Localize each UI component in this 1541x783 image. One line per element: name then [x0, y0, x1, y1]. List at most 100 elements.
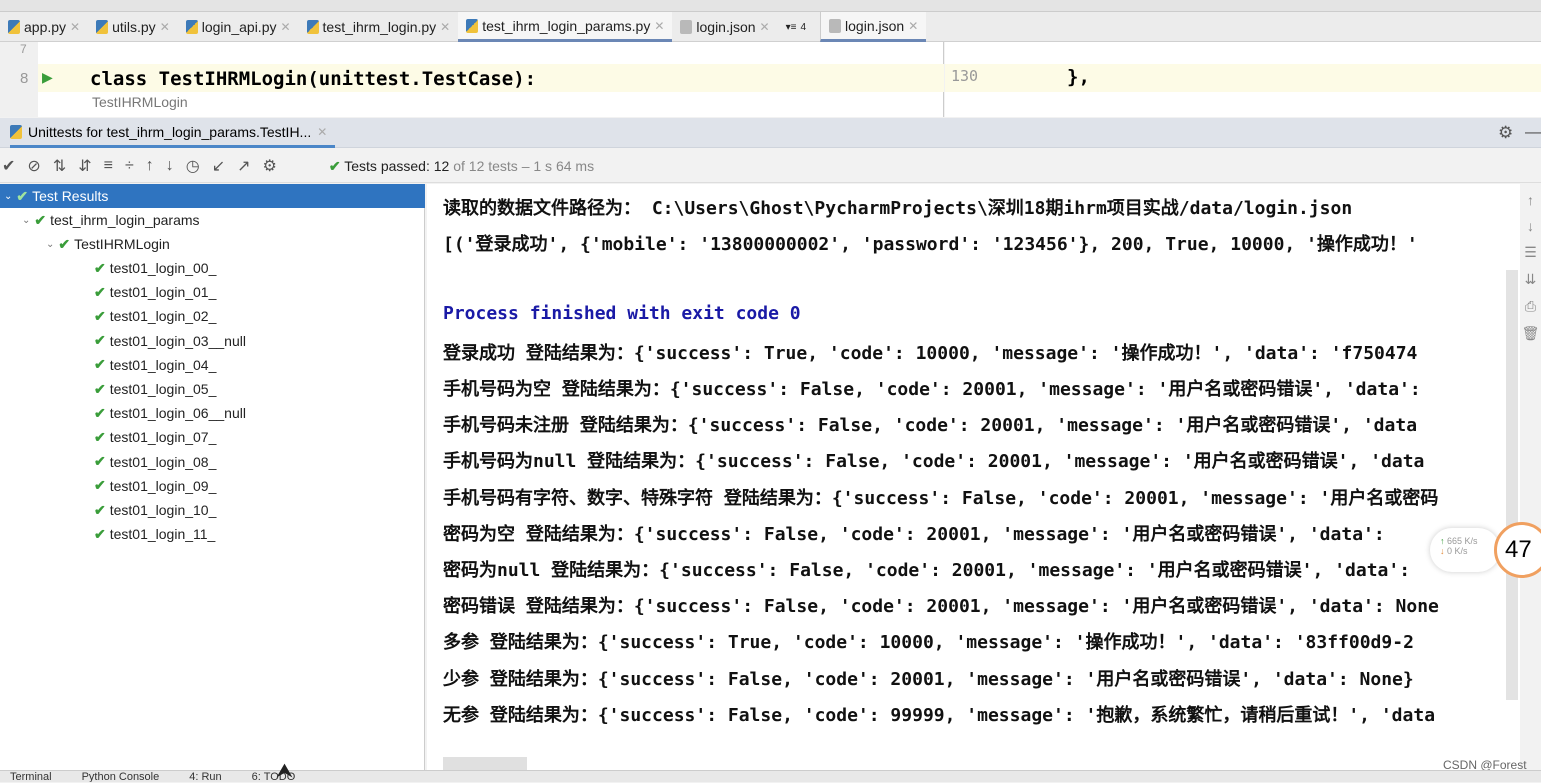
test-item[interactable]: ✔ test01_login_04_ — [94, 353, 216, 377]
chevron-down-icon[interactable]: ⌄ — [22, 215, 30, 226]
up-arrow-icon[interactable]: ↑ — [1520, 192, 1541, 208]
test-item[interactable]: ✔ test01_login_08_ — [94, 450, 216, 474]
sort-alpha-icon[interactable]: ⇅ — [53, 156, 66, 176]
gear-icon[interactable]: ⚙ — [1498, 123, 1513, 143]
test-item[interactable]: ✔ test01_login_10_ — [94, 498, 216, 522]
close-icon[interactable]: ✕ — [908, 19, 918, 33]
test-item[interactable]: ✔ test01_login_11_ — [94, 522, 215, 546]
test-item[interactable]: ✔ test01_login_09_ — [94, 474, 216, 498]
json-file-icon — [829, 18, 842, 33]
run-tab[interactable]: Unittests for test_ihrm_login_params.Tes… — [10, 118, 336, 148]
tab-label: utils.py — [112, 19, 156, 35]
close-icon[interactable]: ✕ — [70, 20, 80, 34]
chevron-down-icon[interactable]: ⌄ — [46, 239, 54, 250]
run-gutter-icon[interactable]: ▶ — [42, 69, 53, 86]
check-icon: ✔ — [94, 332, 106, 349]
tab-utils-py[interactable]: utils.py ✕ — [88, 12, 178, 42]
console-output[interactable]: 读取的数据文件路径为： C:\Users\Ghost\PycharmProjec… — [427, 184, 1520, 770]
console-line: 密码为null 登陆结果为：{'success': False, 'code':… — [443, 560, 1411, 581]
trash-icon[interactable]: 🗑 — [1520, 325, 1541, 342]
tab-label: login_api.py — [201, 19, 277, 35]
close-icon[interactable]: ✕ — [317, 125, 327, 139]
tab-label: test_ihrm_login_params.py — [482, 17, 651, 34]
chevron-down-icon[interactable]: ⌄ — [4, 191, 12, 202]
check-icon: ✔ — [94, 477, 106, 494]
tree-module[interactable]: ⌄ ✔ test_ihrm_login_params — [22, 208, 200, 232]
tab-label: test_ihrm_login.py — [322, 19, 437, 35]
check-icon: ✔ — [94, 525, 106, 542]
test-results-tree[interactable]: ⌄ ✔ Test Results ⌄ ✔ test_ihrm_login_par… — [0, 184, 425, 770]
show-ignored-icon[interactable]: ⊘ — [27, 156, 40, 176]
tree-label: Test Results — [32, 188, 109, 204]
network-widget: ↑ 665 K/s ↓ 0 K/s — [1430, 528, 1500, 572]
close-icon[interactable]: ✕ — [654, 19, 664, 33]
editor[interactable]: 7 8 ▶ class TestIHRMLogin(unittest.TestC… — [0, 42, 944, 117]
check-icon: ✔ — [94, 283, 106, 300]
bottom-tab[interactable]: Python Console — [82, 771, 160, 782]
check-icon: ✔ — [328, 157, 341, 174]
check-icon: ✔ — [94, 453, 106, 470]
soft-wrap-icon[interactable]: ☰ — [1520, 244, 1541, 261]
tab-login-json[interactable]: login.json ✕ — [672, 12, 777, 42]
console-line: 多参 登陆结果为：{'success': True, 'code': 10000… — [443, 632, 1414, 654]
console-line: 少参 登陆结果为：{'success': False, 'code': 2000… — [443, 668, 1414, 690]
print-icon[interactable]: ⎙ — [1520, 298, 1541, 315]
bottom-tab[interactable]: Terminal — [10, 771, 52, 782]
tab-test-ihrm-login-params-py[interactable]: test_ihrm_login_params.py ✕ — [458, 12, 673, 42]
settings-icon[interactable]: ⚙ — [263, 156, 277, 176]
test-item[interactable]: ✔ test01_login_05_ — [94, 377, 216, 401]
tab-login-api-py[interactable]: login_api.py ✕ — [178, 12, 299, 42]
close-icon[interactable]: ✕ — [760, 20, 770, 34]
tree-root[interactable]: ⌄ ✔ Test Results — [0, 184, 425, 208]
code-line: }, — [1067, 66, 1090, 88]
test-label: test01_login_02_ — [109, 308, 217, 325]
tab-login-json-right[interactable]: login.json ✕ — [820, 12, 927, 42]
next-icon[interactable]: ↓ — [166, 157, 174, 175]
tab-test-ihrm-login-py[interactable]: test_ihrm_login.py ✕ — [299, 12, 459, 42]
scroll-end-icon[interactable]: ⇊ — [1520, 271, 1541, 288]
check-icon: ✔ — [16, 187, 29, 204]
current-line — [945, 64, 1541, 92]
close-icon[interactable]: ✕ — [280, 20, 290, 34]
python-file-icon — [8, 20, 20, 34]
scrollbar[interactable] — [1506, 270, 1518, 700]
bottom-tab[interactable]: 4: Run — [189, 771, 221, 782]
test-item[interactable]: ✔ test01_login_02_ — [94, 304, 216, 328]
scroll-thumb[interactable] — [443, 757, 527, 770]
check-icon: ✔ — [58, 235, 71, 252]
check-icon: ✔ — [94, 428, 106, 445]
collapse-all-icon[interactable]: ÷ — [125, 157, 134, 175]
expand-all-icon[interactable]: ≡ — [104, 157, 113, 175]
test-label: test01_login_06__null — [109, 405, 246, 422]
console-line: 手机号码有字符、数字、特殊字符 登陆结果为：{'success': False,… — [443, 487, 1439, 509]
close-icon[interactable]: ✕ — [440, 20, 450, 34]
test-item[interactable]: ✔ test01_login_06__null — [94, 401, 246, 425]
sort-duration-icon[interactable]: ⇵ — [78, 156, 91, 176]
test-label: test01_login_07_ — [109, 429, 217, 446]
show-passed-icon[interactable]: ✔ — [2, 156, 15, 176]
passed-count: 12 — [433, 157, 450, 174]
tabs-overflow[interactable]: ▾≡ 4 — [778, 12, 814, 42]
code-line: class TestIHRMLogin(unittest.TestCase): — [90, 68, 537, 90]
history-icon[interactable]: ◷ — [186, 156, 200, 176]
export-icon[interactable]: ↗ — [237, 156, 250, 176]
minimize-icon[interactable]: — — [1525, 122, 1541, 142]
test-item[interactable]: ✔ test01_login_07_ — [94, 425, 216, 449]
previous-icon[interactable]: ↑ — [146, 157, 154, 175]
test-item[interactable]: ✔ test01_login_00_ — [94, 256, 216, 280]
mouse-cursor-icon: ⮝ — [276, 760, 293, 782]
tab-app-py[interactable]: app.py ✕ — [0, 12, 88, 42]
editor-tabs: app.py ✕ utils.py ✕ login_api.py ✕ test_ihrm_l… — [0, 12, 1541, 42]
check-icon: ✔ — [94, 404, 106, 421]
editor-secondary[interactable]: 130 }, — [945, 42, 1541, 117]
down-arrow-icon[interactable]: ↓ — [1520, 218, 1541, 234]
gutter — [0, 42, 38, 117]
breadcrumb[interactable]: TestIHRMLogin — [92, 94, 188, 110]
test-item[interactable]: ✔ test01_login_01_ — [94, 280, 216, 304]
import-icon[interactable]: ↙ — [212, 156, 225, 176]
python-file-icon — [466, 18, 479, 33]
tree-class[interactable]: ⌄ ✔ TestIHRMLogin — [46, 232, 170, 256]
close-icon[interactable]: ✕ — [160, 20, 170, 34]
tree-label: test_ihrm_login_params — [50, 212, 200, 228]
test-item[interactable]: ✔ test01_login_03__null — [94, 329, 246, 353]
